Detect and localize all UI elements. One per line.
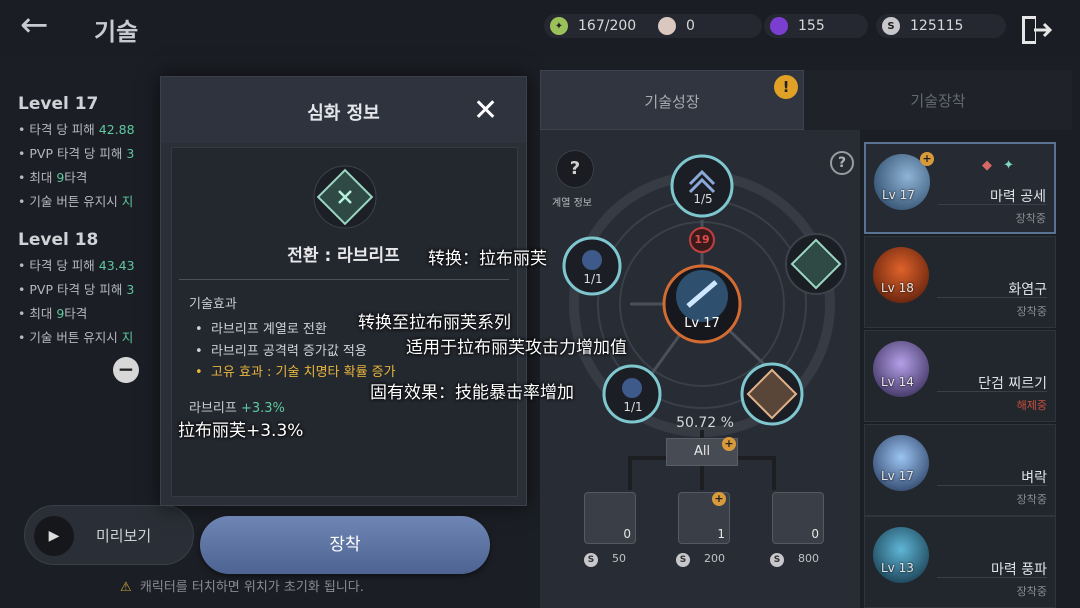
conversion-icon: ✦: [1003, 158, 1014, 173]
level-stat-line: • 최대 9타격: [18, 306, 88, 321]
pearl-resource: 0: [652, 14, 762, 38]
book-cost: S 800: [770, 552, 819, 567]
skill-list-item[interactable]: Lv 13 마력 풍파 장착중: [864, 516, 1056, 608]
equip-button[interactable]: 장착: [200, 516, 490, 574]
level-stat-line: • 타격 당 피해 42.88: [18, 122, 135, 137]
warning-icon: ⚠: [120, 580, 132, 595]
growth-progress: 50.72 %: [676, 415, 734, 431]
skill-list-item[interactable]: Lv 17 벼락 장착중: [864, 424, 1056, 516]
plus-badge-icon: +: [920, 152, 934, 166]
effect-item: • 라브리프 공격력 증가값 적용: [195, 344, 367, 359]
exit-door-icon[interactable]: [1020, 14, 1054, 46]
purple-gem-icon: [770, 17, 788, 35]
help-icon[interactable]: ?: [830, 151, 854, 175]
level-block-18: Level 18 • 타격 당 피해 43.43 • PVP 타격 당 피해 3…: [18, 230, 135, 346]
effect-item: • 라브리프 계열로 전환: [195, 322, 327, 337]
level-stat-line: • 기술 버튼 유지시 지: [18, 194, 134, 209]
alert-badge: !: [774, 75, 798, 99]
stat-line: 라브리프 +3.3%: [189, 401, 285, 416]
lineage-help-button[interactable]: ?: [556, 150, 594, 188]
skill-list-item[interactable]: Lv 17 ◆ ✦ + 마력 공세 장착중: [864, 142, 1056, 234]
back-arrow-icon[interactable]: ←: [20, 8, 49, 42]
pearl-icon: [658, 17, 676, 35]
stamina-icon: ✦: [550, 17, 568, 35]
play-icon[interactable]: ▶: [34, 516, 74, 556]
book-cost: S 200: [676, 552, 725, 567]
purple-gem-resource: 155: [764, 14, 868, 38]
page-title: 기술: [94, 18, 139, 46]
level-stat-line: • PVP 타격 당 피해 3: [18, 282, 135, 297]
silver-coin-value: 125115: [910, 18, 964, 34]
effect-item-unique: • 고유 효과 : 기술 치명타 확률 증가: [195, 365, 396, 380]
translation-effect-3: 固有效果：技能暴击率增加: [370, 383, 574, 403]
translation-skill-name: 转换：拉布丽芙: [428, 249, 547, 269]
level-block-17: Level 17 • 타격 당 피해 42.88 • PVP 타격 당 피해 3…: [18, 94, 135, 210]
divider: [179, 279, 509, 280]
diamond-icon: ◆: [982, 158, 992, 173]
plus-badge-icon: +: [712, 492, 726, 506]
detail-modal: 심화 정보 ✕ 전환 : 라브리프 기술효과 • 라브리프 계열로 전환 • 라…: [160, 76, 527, 506]
collapse-minus-button[interactable]: −: [113, 357, 139, 383]
tab-skill-growth[interactable]: 기술성장: [540, 70, 804, 130]
level-stat-line: • 타격 당 피해 43.43: [18, 258, 135, 273]
skill-list-item[interactable]: Lv 18 화염구 장착중: [864, 236, 1056, 328]
skill-book-3[interactable]: 0: [772, 492, 824, 544]
tree-node-top[interactable]: [702, 286, 764, 348]
translation-stat: 拉布丽芙+3.3%: [178, 421, 304, 441]
skill-book-1[interactable]: 0: [584, 492, 636, 544]
conversion-skill-icon: [313, 165, 377, 229]
reset-hint: ⚠ 캐릭터를 터치하면 위치가 초기화 됩니다.: [120, 580, 364, 595]
plus-badge-icon: +: [722, 437, 736, 451]
level-title: Level 18: [18, 230, 99, 250]
silver-coin-icon: S: [584, 553, 598, 567]
silver-coin-icon: S: [882, 17, 900, 35]
purple-gem-value: 155: [798, 18, 825, 34]
pearl-value: 0: [686, 18, 695, 34]
level-title: Level 17: [18, 94, 99, 114]
close-icon[interactable]: ✕: [473, 93, 498, 128]
translation-effect-2: 适用于拉布丽芙攻击力增加值: [406, 338, 627, 358]
tab-skill-equip[interactable]: 기술장착: [804, 70, 1072, 130]
level-info-panel: Level 17 • 타격 당 피해 42.88 • PVP 타격 당 피해 3…: [0, 76, 165, 476]
silver-coin-resource: S 125115: [876, 14, 1006, 38]
lineage-label: 계열 정보: [552, 198, 592, 209]
book-cost: S 50: [584, 552, 626, 567]
translation-effect-1: 转换至拉布丽芙系列: [358, 313, 511, 333]
stamina-value: 167/200: [578, 18, 637, 34]
silver-coin-icon: S: [676, 553, 690, 567]
silver-coin-icon: S: [770, 553, 784, 567]
level-stat-line: • 기술 버튼 유지시 지: [18, 330, 134, 345]
skill-list-item[interactable]: Lv 14 단검 찌르기 해제중: [864, 330, 1056, 422]
effect-heading: 기술효과: [189, 297, 237, 312]
preview-label: 미리보기: [96, 527, 152, 545]
level-stat-line: • 최대 9타격: [18, 170, 88, 185]
modal-title: 심화 정보: [307, 103, 380, 124]
level-stat-line: • PVP 타격 당 피해 3: [18, 146, 135, 161]
